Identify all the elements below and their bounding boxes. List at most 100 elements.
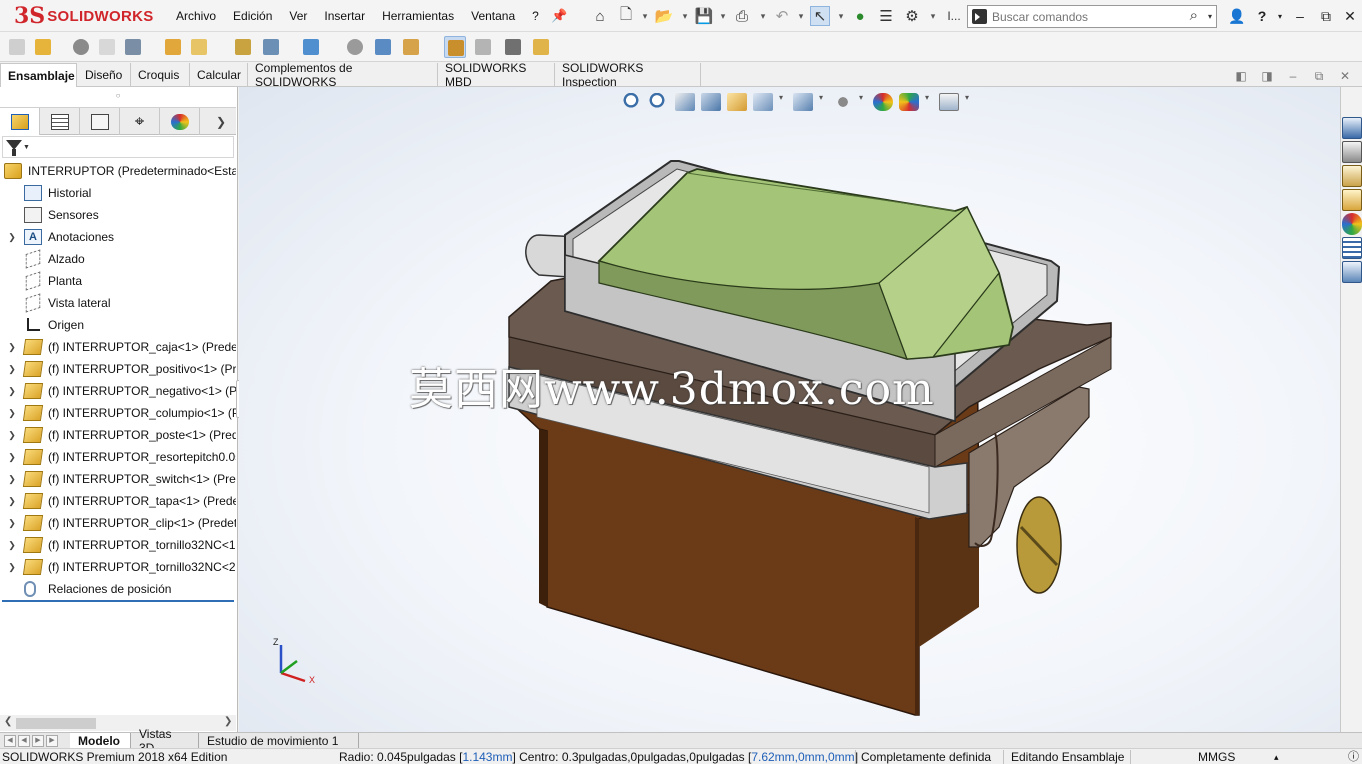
new-dropdown-icon[interactable]: ▾ bbox=[640, 6, 650, 26]
file-explorer-icon[interactable] bbox=[1342, 165, 1362, 187]
menu-herramientas[interactable]: Herramientas bbox=[382, 9, 454, 23]
prev-tab-icon[interactable]: ◀ bbox=[18, 735, 30, 747]
tile-right-icon[interactable]: ◨ bbox=[1258, 67, 1276, 85]
linear-pattern-button[interactable] bbox=[122, 36, 144, 58]
mate-button[interactable] bbox=[70, 36, 92, 58]
undo-dropdown-icon[interactable]: ▾ bbox=[796, 6, 806, 26]
expand-chevron-icon[interactable]: ❯ bbox=[0, 232, 24, 243]
tab-calcular[interactable]: Calcular bbox=[190, 63, 248, 87]
solidworks-logo[interactable]: 3S SOLIDWORKS bbox=[14, 3, 154, 29]
scroll-left-icon[interactable]: ❮ bbox=[4, 716, 12, 727]
expand-chevron-icon[interactable]: ❯ bbox=[0, 540, 24, 551]
tree-item-anotaciones[interactable]: ❯ A Anotaciones bbox=[0, 226, 236, 248]
tabs-scroll-right[interactable]: ❯ bbox=[206, 108, 236, 135]
tree-item-part[interactable]: ❯ (f) INTERRUPTOR_tornillo32NC<1> bbox=[0, 534, 236, 556]
tab-solidworks-mbd[interactable]: SOLIDWORKS MBD bbox=[438, 61, 555, 89]
select-cursor-icon[interactable]: ↖ bbox=[810, 6, 830, 26]
save-icon[interactable]: 💾 bbox=[694, 6, 714, 26]
assembly-features-button[interactable] bbox=[260, 36, 282, 58]
component-preview-button[interactable] bbox=[96, 36, 118, 58]
doc-minimize-icon[interactable]: – bbox=[1284, 67, 1302, 85]
close-icon[interactable]: ✕ bbox=[1338, 4, 1362, 28]
tree-item-sensores[interactable]: Sensores bbox=[0, 204, 236, 226]
doc-close-icon[interactable]: ✕ bbox=[1336, 67, 1354, 85]
tree-item-historial[interactable]: Historial bbox=[0, 182, 236, 204]
menu-ventana[interactable]: Ventana bbox=[471, 9, 515, 23]
forum-icon[interactable] bbox=[1342, 261, 1362, 283]
options-gear-icon[interactable]: ⚙ bbox=[902, 6, 922, 26]
bill-of-materials-button[interactable] bbox=[372, 36, 394, 58]
tree-item-planta[interactable]: Planta bbox=[0, 270, 236, 292]
tree-item-part[interactable]: ❯ (f) INTERRUPTOR_tornillo32NC<2> bbox=[0, 556, 236, 578]
tab-croquis[interactable]: Croquis bbox=[131, 63, 190, 87]
expand-chevron-icon[interactable]: ❯ bbox=[0, 452, 24, 463]
smart-fasteners-button[interactable] bbox=[162, 36, 184, 58]
tab-solidworks-inspection[interactable]: SOLIDWORKS Inspection bbox=[555, 61, 701, 89]
tree-item-vista-lateral[interactable]: Vista lateral bbox=[0, 292, 236, 314]
expand-chevron-icon[interactable]: ❯ bbox=[0, 430, 24, 441]
tab-complementos[interactable]: Complementos de SOLIDWORKS bbox=[248, 61, 438, 89]
display-manager-tab[interactable] bbox=[160, 108, 200, 135]
rollback-bar[interactable] bbox=[2, 600, 234, 602]
toolbar-more[interactable]: I... bbox=[944, 6, 964, 26]
expand-chevron-icon[interactable]: ❯ bbox=[0, 518, 24, 529]
insert-components-button[interactable] bbox=[32, 36, 54, 58]
tree-item-part[interactable]: ❯ (f) INTERRUPTOR_caja<1> (Predeter bbox=[0, 336, 236, 358]
view-palette-icon[interactable] bbox=[1342, 189, 1362, 211]
search-dropdown-icon[interactable]: ▾ bbox=[1208, 12, 1212, 21]
expand-chevron-icon[interactable]: ❯ bbox=[0, 474, 24, 485]
exploded-view-button[interactable] bbox=[400, 36, 422, 58]
tab-vistas-3d[interactable]: Vistas 3D bbox=[131, 727, 199, 755]
feature-manager-tab[interactable] bbox=[0, 108, 40, 135]
tree-item-part[interactable]: ❯ (f) INTERRUPTOR_resortepitch0.05IN bbox=[0, 446, 236, 468]
menu-edicion[interactable]: Edición bbox=[233, 9, 272, 23]
tile-left-icon[interactable]: ◧ bbox=[1232, 67, 1250, 85]
tree-item-part[interactable]: ❯ (f) INTERRUPTOR_poste<1> (Predet bbox=[0, 424, 236, 446]
expand-chevron-icon[interactable]: ❯ bbox=[0, 408, 24, 419]
minimize-icon[interactable]: – bbox=[1288, 4, 1312, 28]
print-icon[interactable]: ⎙ bbox=[732, 6, 752, 26]
search-input[interactable] bbox=[992, 8, 1182, 25]
tree-horizontal-scrollbar[interactable]: ❮ ❯ bbox=[0, 715, 236, 731]
rebuild-icon[interactable]: ● bbox=[850, 6, 870, 26]
options-dropdown-icon[interactable]: ▾ bbox=[928, 6, 938, 26]
tree-item-part[interactable]: ❯ (f) INTERRUPTOR_negativo<1> (Pre bbox=[0, 380, 236, 402]
tab-ensamblaje[interactable]: Ensamblaje bbox=[0, 63, 77, 87]
appearances-scenes-icon[interactable] bbox=[1342, 213, 1362, 235]
take-snapshot-button[interactable] bbox=[502, 36, 524, 58]
restore-icon[interactable]: ⧉ bbox=[1314, 4, 1338, 28]
configuration-manager-tab[interactable] bbox=[80, 108, 120, 135]
scroll-right-icon[interactable]: ❯ bbox=[224, 716, 232, 727]
property-manager-tab[interactable] bbox=[40, 108, 80, 135]
command-search[interactable]: ⌕ ▾ bbox=[967, 5, 1217, 28]
open-dropdown-icon[interactable]: ▾ bbox=[680, 6, 690, 26]
update-speedpak-button[interactable] bbox=[472, 36, 494, 58]
reference-geometry-button[interactable] bbox=[300, 36, 322, 58]
file-properties-icon[interactable]: ☰ bbox=[876, 6, 896, 26]
quick-tips-icon[interactable]: ⓘ bbox=[1348, 750, 1359, 764]
expand-chevron-icon[interactable]: ❯ bbox=[0, 562, 24, 573]
reference-triad[interactable]: Z X bbox=[269, 635, 319, 685]
doc-restore-icon[interactable]: ⧉ bbox=[1310, 67, 1328, 85]
panel-grip-icon[interactable]: ○ bbox=[0, 87, 236, 107]
instant3d-button[interactable] bbox=[444, 36, 466, 58]
select-dropdown-icon[interactable]: ▾ bbox=[836, 6, 846, 26]
tab-diseno[interactable]: Diseño bbox=[78, 63, 131, 87]
scroll-thumb[interactable] bbox=[16, 718, 96, 729]
new-motion-study-button[interactable] bbox=[344, 36, 366, 58]
print-dropdown-icon[interactable]: ▾ bbox=[758, 6, 768, 26]
expand-chevron-icon[interactable]: ❯ bbox=[0, 496, 24, 507]
pin-menu-icon[interactable]: 📌 bbox=[551, 8, 567, 24]
move-component-button[interactable] bbox=[188, 36, 210, 58]
tree-item-part[interactable]: ❯ (f) INTERRUPTOR_tapa<1> (Predete bbox=[0, 490, 236, 512]
expand-chevron-icon[interactable]: ❯ bbox=[0, 342, 24, 353]
next-tab-icon[interactable]: ▶ bbox=[32, 735, 44, 747]
tree-root-assembly[interactable]: INTERRUPTOR (Predeterminado<Estado bbox=[0, 160, 236, 182]
menu-ver[interactable]: Ver bbox=[289, 9, 307, 23]
graphics-area[interactable]: ▾ ▾ ▾ ▾ ▾ 莫西网www.3dmox.com Z X bbox=[239, 87, 1340, 732]
expand-chevron-icon[interactable]: ❯ bbox=[0, 386, 24, 397]
show-hidden-button[interactable] bbox=[232, 36, 254, 58]
first-tab-icon[interactable]: ◀ bbox=[4, 735, 16, 747]
status-units[interactable]: MMGS bbox=[1198, 750, 1235, 764]
undo-icon[interactable]: ↶ bbox=[772, 6, 792, 26]
